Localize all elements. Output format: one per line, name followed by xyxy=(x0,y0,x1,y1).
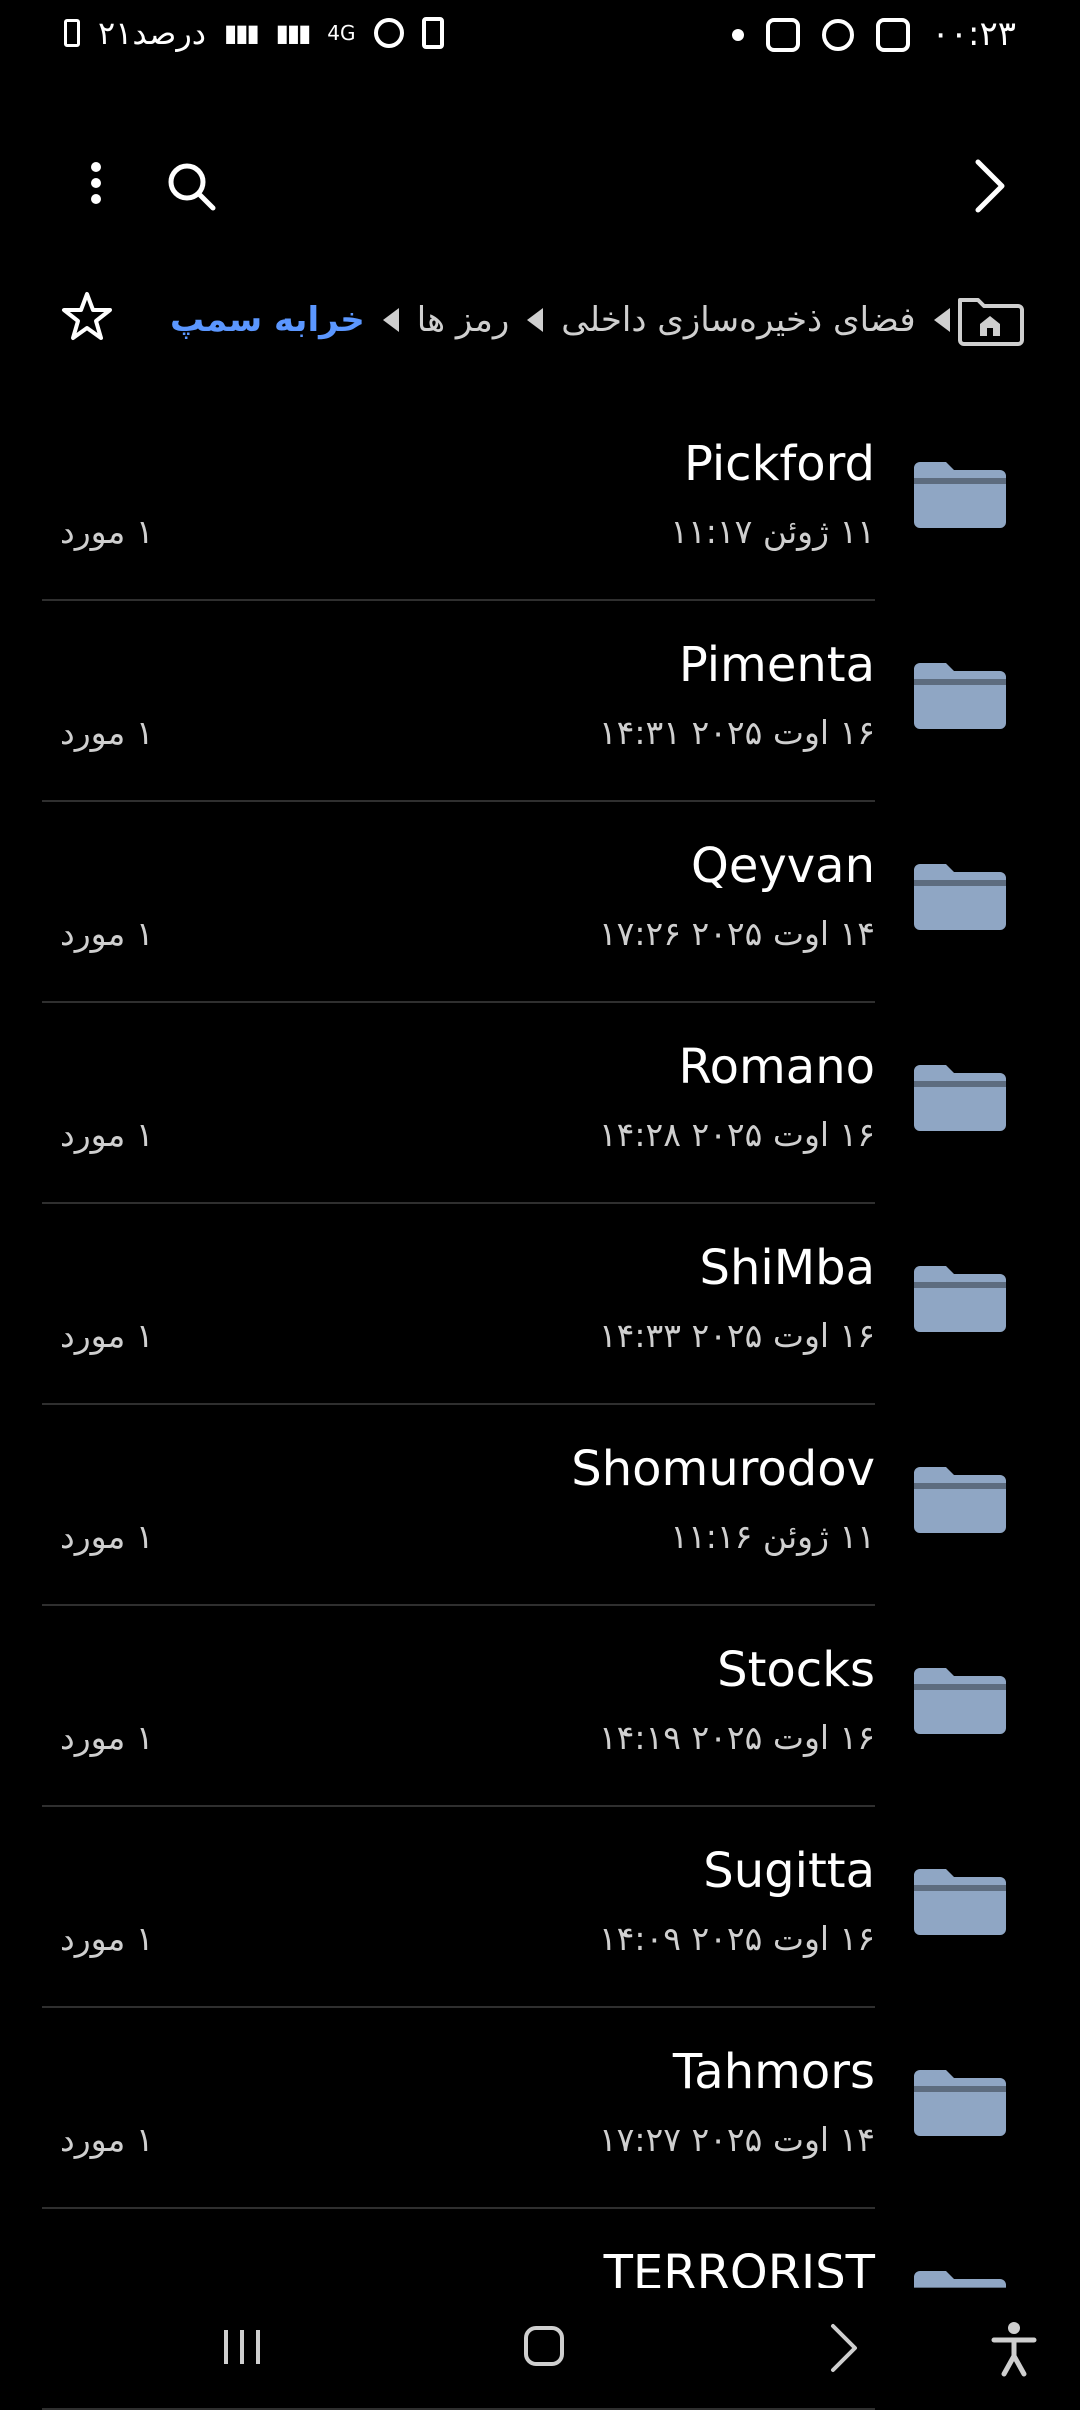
folder-item-count: ۱ مورد xyxy=(60,1718,154,1757)
folder-item-count: ۱ مورد xyxy=(60,1316,154,1355)
folder-item-count: ۱ مورد xyxy=(60,1919,154,1958)
folder-icon xyxy=(914,1869,1006,1935)
folder-date: ۱۱ ژوئن ۱۱:۱۶ xyxy=(670,1517,875,1556)
folder-icon xyxy=(914,2070,1006,2136)
folder-icon xyxy=(914,1065,1006,1131)
file-row[interactable]: Pickford ۱۱ ژوئن ۱۱:۱۷ ۱ مورد xyxy=(0,400,1080,601)
file-row[interactable]: Sugitta ۱۶ اوت ۲۰۲۵ ۱۴:۰۹ ۱ مورد xyxy=(0,1807,1080,2008)
breadcrumb-item[interactable]: رمز ها xyxy=(417,300,510,340)
home-folder-icon[interactable] xyxy=(956,288,1024,348)
signal-icon-2: ▮▮▮ xyxy=(275,19,312,47)
star-icon[interactable] xyxy=(60,290,114,344)
breadcrumb-path: خرابه سمپ رمز ها فضای ذخیره‌سازی داخلی xyxy=(170,290,950,350)
folder-date: ۱۶ اوت ۲۰۲۵ ۱۴:۲۸ xyxy=(598,1115,875,1154)
breadcrumb-separator-icon xyxy=(527,308,544,332)
battery-saver-icon xyxy=(421,17,444,49)
folder-name: Tahmors xyxy=(672,2044,875,2100)
status-left: ۲۱درصد ▮▮▮ ▮▮▮ 4G xyxy=(64,14,444,52)
network-label: 4G xyxy=(327,21,356,45)
chevron-right-icon[interactable] xyxy=(970,158,1010,214)
folder-item-count: ۱ مورد xyxy=(60,713,154,752)
breadcrumb-item[interactable]: فضای ذخیره‌سازی داخلی xyxy=(561,300,915,340)
folder-name: Shomurodov xyxy=(571,1441,875,1497)
top-app-bar xyxy=(0,150,1080,230)
folder-icon xyxy=(914,1266,1006,1332)
folder-item-count: ۱ مورد xyxy=(60,1517,154,1556)
folder-date: ۱۴ اوت ۲۰۲۵ ۱۷:۲۷ xyxy=(598,2120,875,2159)
search-icon[interactable] xyxy=(165,160,217,212)
folder-name: Romano xyxy=(678,1039,875,1095)
folder-item-count: ۱ مورد xyxy=(60,512,154,551)
file-row[interactable]: Tahmors ۱۴ اوت ۲۰۲۵ ۱۷:۲۷ ۱ مورد xyxy=(0,2008,1080,2209)
file-row[interactable]: ShiMba ۱۶ اوت ۲۰۲۵ ۱۴:۳۳ ۱ مورد xyxy=(0,1204,1080,1405)
folder-icon xyxy=(914,663,1006,729)
instagram-icon xyxy=(766,18,800,52)
back-icon[interactable] xyxy=(825,2320,865,2376)
folder-name: Qeyvan xyxy=(691,838,875,894)
more-options-icon[interactable] xyxy=(80,156,112,216)
alarm-icon xyxy=(373,18,404,48)
battery-icon xyxy=(64,19,80,47)
folder-item-count: ۱ مورد xyxy=(60,2120,154,2159)
file-row[interactable]: Qeyvan ۱۴ اوت ۲۰۲۵ ۱۷:۲۶ ۱ مورد xyxy=(0,802,1080,1003)
battery-text: ۲۱درصد xyxy=(98,14,207,52)
folder-date: ۱۶ اوت ۲۰۲۵ ۱۴:۳۱ xyxy=(598,713,875,752)
status-time: ۰۰:۲۳ xyxy=(931,14,1016,54)
folder-item-count: ۱ مورد xyxy=(60,914,154,953)
breadcrumb: خرابه سمپ رمز ها فضای ذخیره‌سازی داخلی xyxy=(0,290,1080,360)
file-row[interactable]: Stocks ۱۶ اوت ۲۰۲۵ ۱۴:۱۹ ۱ مورد xyxy=(0,1606,1080,1807)
folder-icon xyxy=(914,462,1006,528)
folder-item-count: ۱ مورد xyxy=(60,1115,154,1154)
folder-date: ۱۶ اوت ۲۰۲۵ ۱۴:۳۳ xyxy=(598,1316,875,1355)
notification-dot-icon xyxy=(732,29,744,41)
navigation-bar xyxy=(0,2288,1080,2408)
folder-name: Sugitta xyxy=(703,1843,875,1899)
file-row[interactable]: Romano ۱۶ اوت ۲۰۲۵ ۱۴:۲۸ ۱ مورد xyxy=(0,1003,1080,1204)
folder-icon xyxy=(914,1467,1006,1533)
folder-name: ShiMba xyxy=(699,1240,875,1296)
folder-name: Pimenta xyxy=(678,637,875,693)
folder-name: Pickford xyxy=(683,436,875,492)
file-row[interactable]: Shomurodov ۱۱ ژوئن ۱۱:۱۶ ۱ مورد xyxy=(0,1405,1080,1606)
breadcrumb-separator-icon xyxy=(382,308,399,332)
folder-date: ۱۶ اوت ۲۰۲۵ ۱۴:۱۹ xyxy=(598,1718,875,1757)
folder-date: ۱۴ اوت ۲۰۲۵ ۱۷:۲۶ xyxy=(598,914,875,953)
gallery-icon xyxy=(876,18,910,52)
home-icon[interactable] xyxy=(520,2322,568,2370)
folder-name: Stocks xyxy=(717,1642,875,1698)
notification-icons xyxy=(732,18,910,52)
chrome-icon xyxy=(822,19,854,51)
folder-icon xyxy=(914,1668,1006,1734)
folder-icon xyxy=(914,864,1006,930)
file-list: Pickford ۱۱ ژوئن ۱۱:۱۷ ۱ مورد Pimenta ۱۶ اوت… xyxy=(0,400,1080,2410)
status-bar: ۲۱درصد ▮▮▮ ▮▮▮ 4G ۰۰:۲۳ xyxy=(0,0,1080,70)
signal-icon: ▮▮▮ xyxy=(224,19,260,47)
breadcrumb-separator-icon xyxy=(933,308,950,332)
file-row[interactable]: Pimenta ۱۶ اوت ۲۰۲۵ ۱۴:۳۱ ۱ مورد xyxy=(0,601,1080,802)
folder-date: ۱۱ ژوئن ۱۱:۱۷ xyxy=(670,512,875,551)
recents-icon[interactable] xyxy=(220,2324,264,2370)
accessibility-icon[interactable] xyxy=(988,2318,1040,2378)
breadcrumb-current[interactable]: خرابه سمپ xyxy=(170,300,365,340)
folder-date: ۱۶ اوت ۲۰۲۵ ۱۴:۰۹ xyxy=(598,1919,875,1958)
